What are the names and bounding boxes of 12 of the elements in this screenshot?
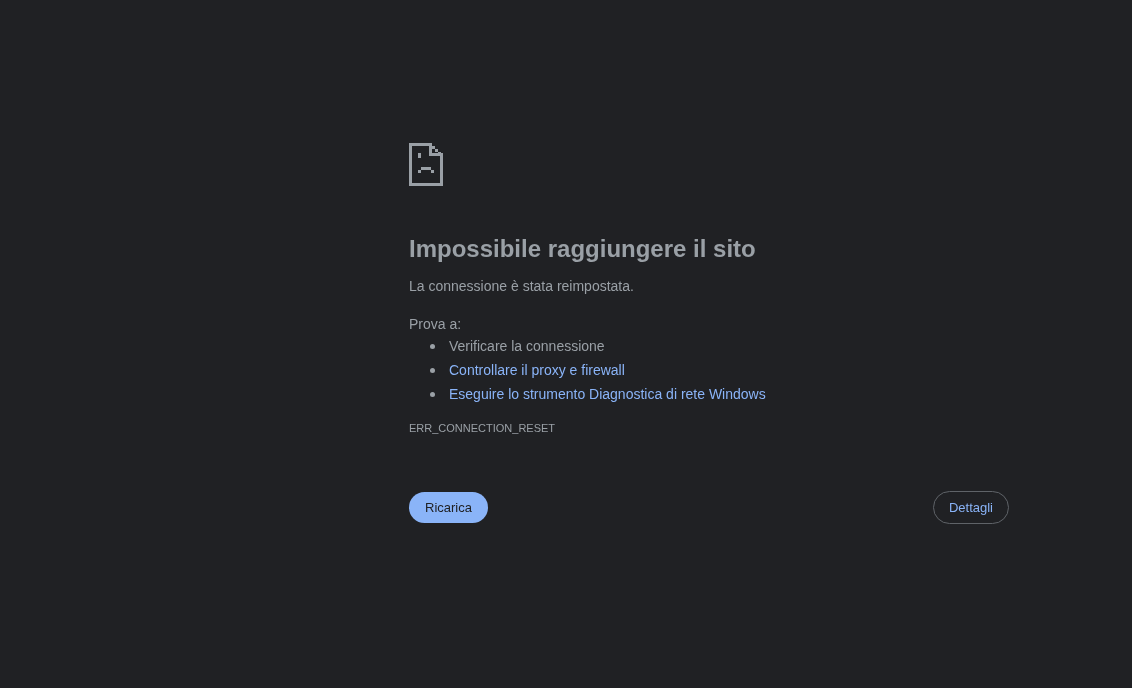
error-message: La connessione è stata reimpostata. — [409, 277, 634, 296]
error-title: Impossibile raggiungere il sito — [409, 234, 756, 264]
sad-page-icon — [409, 143, 443, 186]
suggestion-link[interactable]: Controllare il proxy e firewall — [449, 359, 625, 381]
reload-button[interactable]: Ricarica — [409, 492, 488, 523]
suggestion-link[interactable]: Eseguire lo strumento Diagnostica di rete Windows — [449, 383, 766, 405]
bullet-icon — [430, 343, 435, 349]
error-code: ERR_CONNECTION_RESET — [409, 421, 556, 435]
bullet-icon — [430, 391, 435, 397]
suggestion-text: Verificare la connessione — [449, 336, 605, 356]
suggestions-heading: Prova a: — [409, 315, 462, 334]
bullet-icon — [430, 367, 435, 373]
